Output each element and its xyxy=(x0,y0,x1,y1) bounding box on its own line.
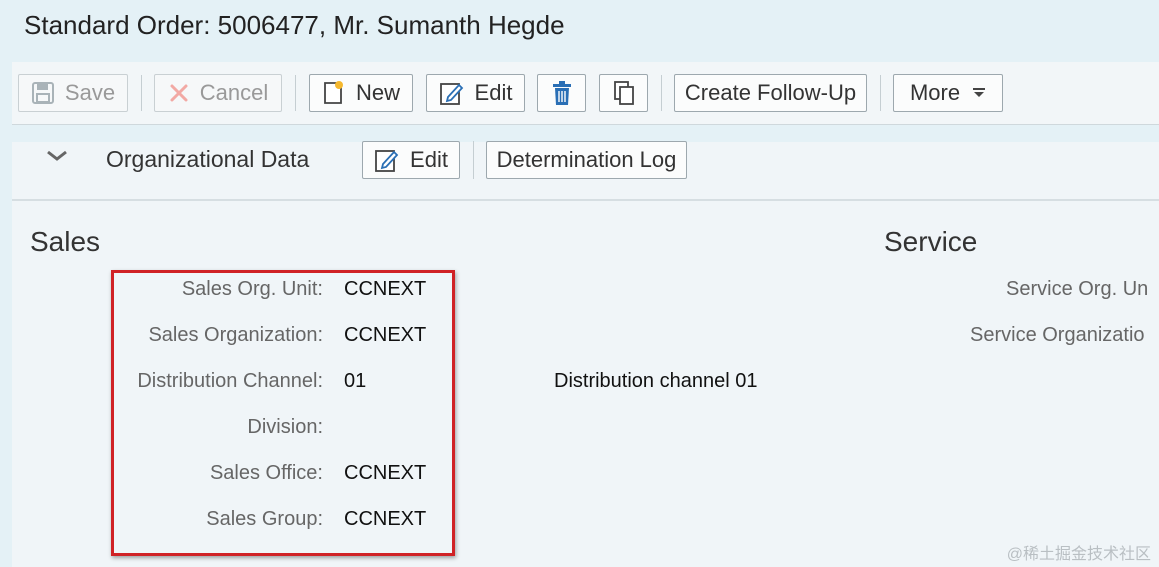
service-field-label: Service Org. Un xyxy=(1006,278,1149,300)
floppy-disk-icon xyxy=(31,81,55,105)
toolbar-separator xyxy=(880,75,881,111)
section-divider xyxy=(12,199,1159,201)
determination-log-label: Determination Log xyxy=(496,147,677,172)
pencil-document-icon xyxy=(439,80,465,106)
x-icon xyxy=(168,82,190,104)
caret-down-icon xyxy=(972,88,986,98)
copy-button[interactable] xyxy=(599,74,648,112)
new-document-icon xyxy=(322,80,346,106)
more-label: More xyxy=(909,80,961,105)
chevron-down-icon[interactable] xyxy=(46,150,68,169)
sales-section-title: Sales xyxy=(30,226,101,257)
more-button[interactable]: More xyxy=(893,74,1003,112)
service-section-title: Service xyxy=(884,226,978,257)
new-label: New xyxy=(355,80,400,105)
service-fields-clip: Service Org. Un Service Organizatio xyxy=(900,270,1159,370)
pencil-document-icon xyxy=(374,147,400,173)
save-button[interactable]: Save xyxy=(18,74,128,112)
org-edit-button[interactable]: Edit xyxy=(362,141,460,179)
toolbar-separator xyxy=(661,75,662,111)
service-field-label: Service Organizatio xyxy=(970,324,1145,346)
edit-button[interactable]: Edit xyxy=(426,74,525,112)
cancel-label: Cancel xyxy=(199,80,269,105)
create-follow-up-button[interactable]: Create Follow-Up xyxy=(674,74,867,112)
determination-log-button[interactable]: Determination Log xyxy=(486,141,687,179)
watermark: @稀土掘金技术社区 xyxy=(1006,546,1151,563)
trash-icon xyxy=(551,80,573,106)
toolbar-separator xyxy=(141,75,142,111)
save-label: Save xyxy=(64,80,116,105)
window-title: Standard Order: 5006477, Mr. Sumanth Heg… xyxy=(24,10,565,40)
toolbar-separator xyxy=(295,75,296,111)
highlight-box xyxy=(111,270,455,556)
new-button[interactable]: New xyxy=(309,74,413,112)
cancel-button[interactable]: Cancel xyxy=(154,74,282,112)
org-edit-label: Edit xyxy=(410,147,448,172)
toolbar: Save Cancel New Edit Create Follow-Up Mo… xyxy=(12,62,1159,125)
copy-icon xyxy=(612,80,636,106)
organizational-data-title: Organizational Data xyxy=(106,146,310,172)
create-follow-up-label: Create Follow-Up xyxy=(684,80,857,105)
org-separator xyxy=(473,141,474,179)
field-description: Distribution channel 01 xyxy=(554,370,758,392)
edit-label: Edit xyxy=(474,80,513,105)
delete-button[interactable] xyxy=(537,74,586,112)
